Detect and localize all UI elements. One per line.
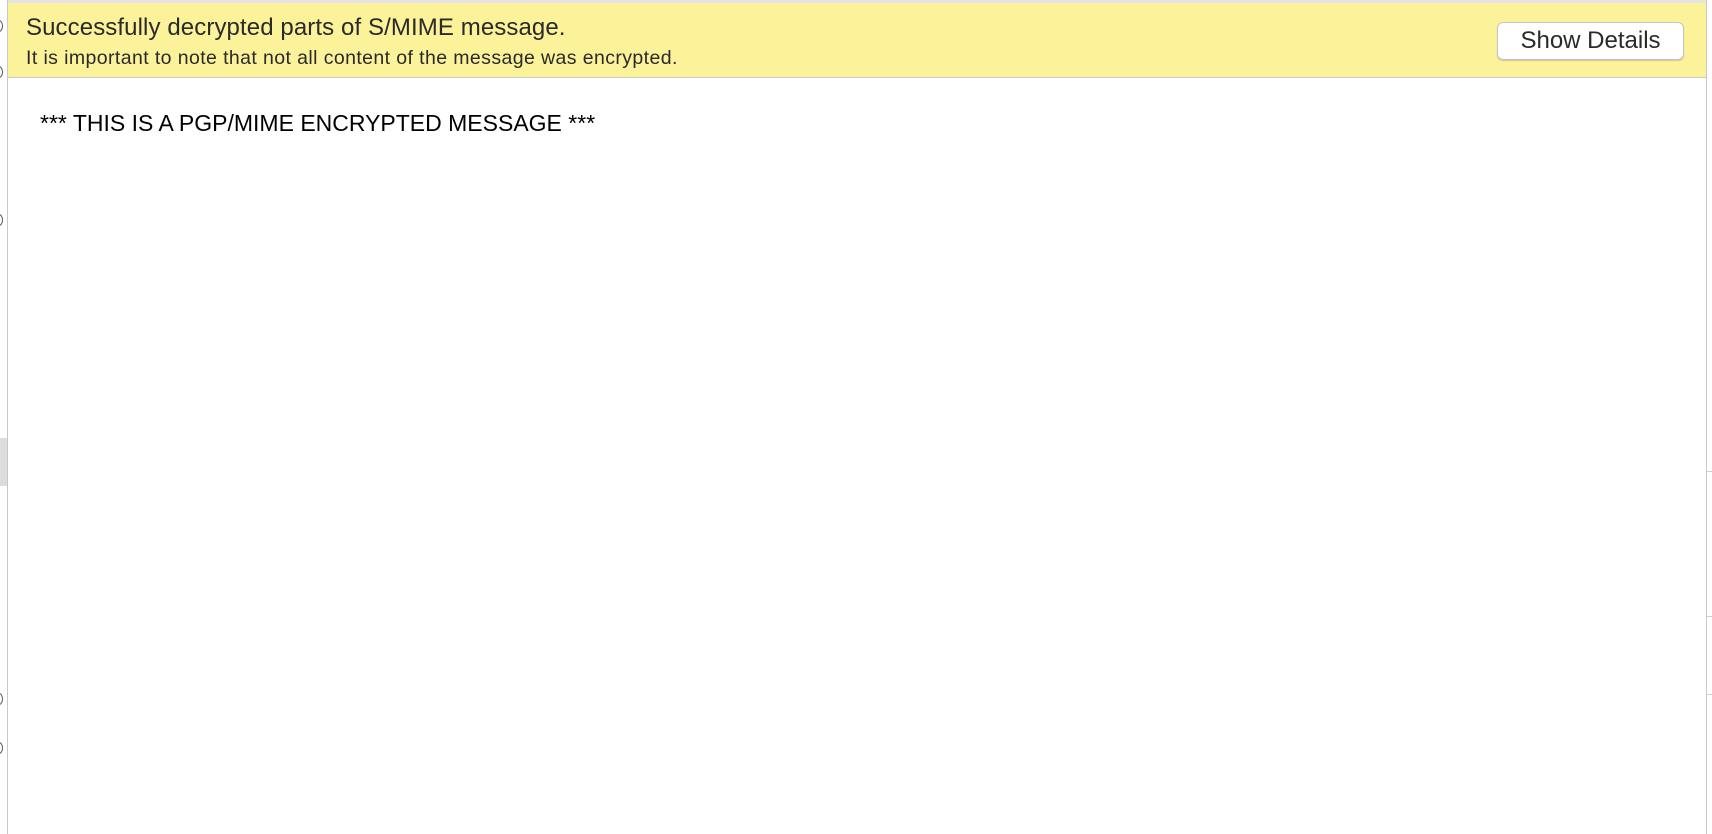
show-details-button[interactable]: Show Details [1497,22,1684,60]
partial-indicator-icon [0,214,3,226]
adjacent-message-list-edge [0,0,8,834]
banner-title: Successfully decrypted parts of S/MIME m… [26,14,566,41]
mail-window: Successfully decrypted parts of S/MIME m… [0,0,1712,834]
partial-indicator-icon [0,66,3,78]
divider-line [1707,616,1712,617]
selected-row-edge [0,438,7,486]
partial-indicator-icon [0,742,3,754]
decryption-notification-banner: Successfully decrypted parts of S/MIME m… [8,3,1706,78]
banner-subtitle: It is important to note that not all con… [26,47,678,69]
message-body-text: *** THIS IS A PGP/MIME ENCRYPTED MESSAGE… [40,110,596,136]
partial-indicator-icon [0,693,3,705]
divider-line [1707,471,1712,472]
message-viewer: Successfully decrypted parts of S/MIME m… [8,0,1706,834]
right-window-edge [1706,0,1712,834]
divider-line [1707,694,1712,695]
partial-indicator-icon [0,20,3,32]
